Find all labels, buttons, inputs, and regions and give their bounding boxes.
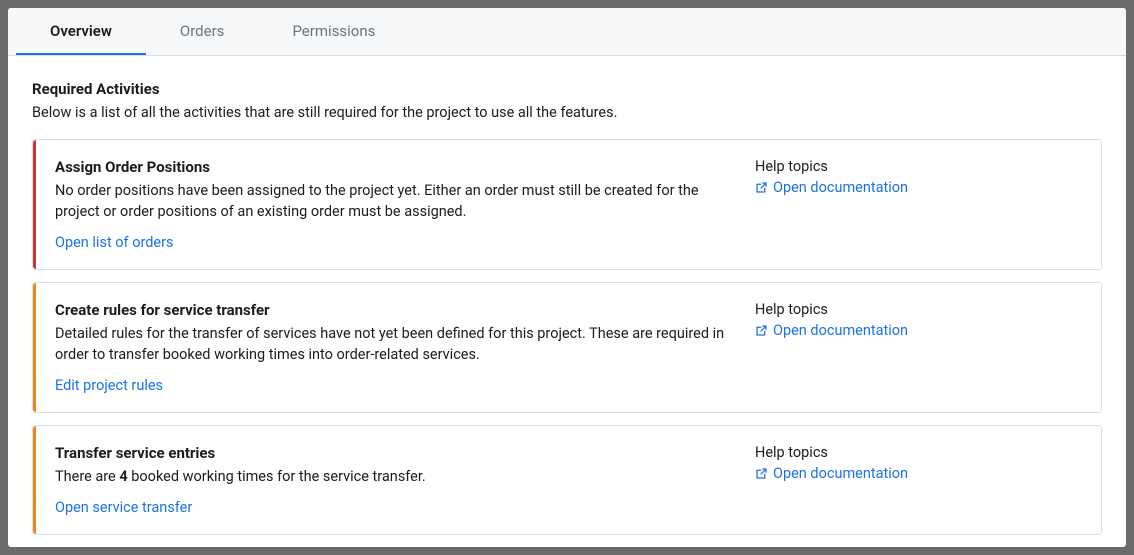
card-side: Help topics Open documentation [755, 444, 1075, 516]
desc-prefix: There are [55, 468, 119, 485]
external-link-icon [755, 467, 768, 480]
content-area: Required Activities Below is a list of a… [8, 56, 1126, 547]
tab-orders[interactable]: Orders [146, 8, 259, 55]
card-side: Help topics Open documentation [755, 301, 1075, 394]
card-title: Transfer service entries [55, 444, 735, 462]
open-list-of-orders-link[interactable]: Open list of orders [55, 234, 174, 251]
activity-card-create-rules: Create rules for service transfer Detail… [32, 282, 1102, 413]
open-documentation-label: Open documentation [773, 322, 908, 339]
section-description: Below is a list of all the activities th… [32, 104, 1102, 121]
external-link-icon [755, 324, 768, 337]
help-topics-label: Help topics [755, 301, 1075, 318]
card-title: Create rules for service transfer [55, 301, 735, 319]
tab-overview[interactable]: Overview [16, 8, 146, 55]
card-description: No order positions have been assigned to… [55, 180, 735, 222]
help-topics-label: Help topics [755, 158, 1075, 175]
card-description: There are 4 booked working times for the… [55, 466, 735, 487]
tab-bar: Overview Orders Permissions [8, 8, 1126, 56]
open-documentation-label: Open documentation [773, 465, 908, 482]
external-link-icon [755, 181, 768, 194]
tab-permissions[interactable]: Permissions [258, 8, 409, 55]
activity-card-transfer-entries: Transfer service entries There are 4 boo… [32, 425, 1102, 535]
card-title: Assign Order Positions [55, 158, 735, 176]
desc-suffix: booked working times for the service tra… [128, 468, 426, 485]
open-documentation-link[interactable]: Open documentation [755, 179, 908, 196]
card-main: Assign Order Positions No order position… [55, 158, 755, 251]
booked-count: 4 [119, 468, 127, 485]
open-documentation-label: Open documentation [773, 179, 908, 196]
card-main: Create rules for service transfer Detail… [55, 301, 755, 394]
card-side: Help topics Open documentation [755, 158, 1075, 251]
card-description: Detailed rules for the transfer of servi… [55, 323, 735, 365]
open-service-transfer-link[interactable]: Open service transfer [55, 499, 192, 516]
open-documentation-link[interactable]: Open documentation [755, 322, 908, 339]
section-title: Required Activities [32, 80, 1102, 98]
edit-project-rules-link[interactable]: Edit project rules [55, 377, 163, 394]
help-topics-label: Help topics [755, 444, 1075, 461]
activity-card-assign-positions: Assign Order Positions No order position… [32, 139, 1102, 270]
open-documentation-link[interactable]: Open documentation [755, 465, 908, 482]
card-main: Transfer service entries There are 4 boo… [55, 444, 755, 516]
app-window: Overview Orders Permissions Required Act… [8, 8, 1126, 547]
